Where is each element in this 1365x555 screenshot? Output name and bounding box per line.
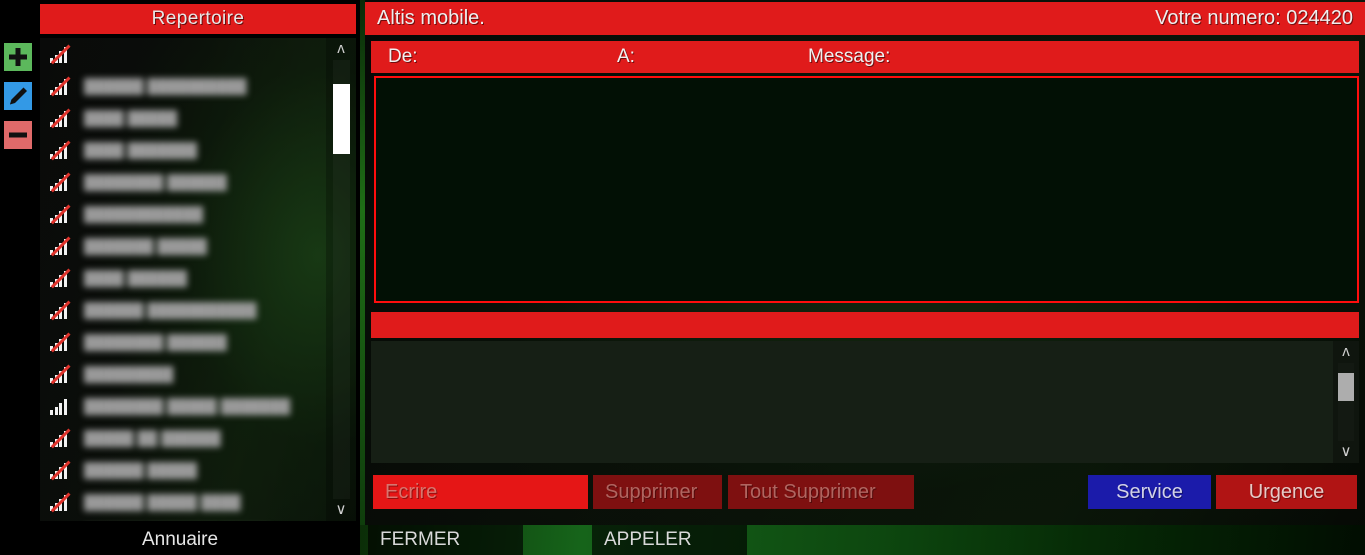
contact-row[interactable]: █████ ██ ██████ bbox=[40, 422, 326, 454]
signal-online-icon bbox=[50, 398, 70, 415]
service-button[interactable]: Service bbox=[1088, 475, 1211, 509]
minus-icon bbox=[4, 121, 32, 149]
conversation-scrollbar[interactable]: ʌ ∨ bbox=[1333, 341, 1359, 463]
contact-row[interactable]: ███████ █████ bbox=[40, 230, 326, 262]
contact-name: ████ ██████ bbox=[84, 270, 188, 286]
signal-offline-icon bbox=[50, 300, 71, 320]
page-title: Altis mobile. bbox=[377, 7, 485, 29]
contact-name: ████████████ bbox=[84, 206, 204, 222]
signal-offline-icon bbox=[50, 76, 71, 96]
add-contact-button[interactable] bbox=[4, 43, 32, 71]
contact-row[interactable]: ████████ █████ ███████ bbox=[40, 390, 326, 422]
contact-name: ██████ █████ ████ bbox=[84, 494, 241, 510]
signal-offline-icon bbox=[50, 364, 71, 384]
appeler-button[interactable]: APPELER bbox=[592, 525, 747, 555]
signal-offline-icon bbox=[50, 108, 71, 128]
pencil-icon bbox=[4, 82, 32, 110]
contact-name: ███████ █████ bbox=[84, 238, 207, 254]
contact-name: ██████ █████ bbox=[84, 462, 197, 478]
bottom-bar: FERMER APPELER bbox=[360, 525, 1365, 555]
signal-offline-icon bbox=[50, 44, 71, 64]
scrollbar-thumb[interactable] bbox=[1338, 373, 1354, 401]
contact-name: ████ ███████ bbox=[84, 142, 197, 158]
urgence-button[interactable]: Urgence bbox=[1216, 475, 1357, 509]
edit-contact-button[interactable] bbox=[4, 82, 32, 110]
contact-row[interactable]: ████ █████ bbox=[40, 102, 326, 134]
signal-offline-icon bbox=[50, 492, 71, 512]
contact-row[interactable]: ████████████ bbox=[40, 198, 326, 230]
remove-contact-button[interactable] bbox=[4, 121, 32, 149]
conversation-content bbox=[371, 341, 1359, 353]
annuaire-button[interactable]: Annuaire bbox=[0, 525, 360, 555]
contact-row[interactable]: ██████ ██████████ bbox=[40, 70, 326, 102]
contact-name: ████ █████ bbox=[84, 110, 178, 126]
repertoire-title: Repertoire bbox=[40, 4, 356, 34]
scroll-up-arrow-icon[interactable]: ʌ bbox=[1333, 341, 1359, 363]
contact-row[interactable]: ████████ ██████ bbox=[40, 166, 326, 198]
contact-name: ██████ ██████████ bbox=[84, 78, 247, 94]
altis-mobile-app: Repertoire ██████ ██████████ ████ █████ ██… bbox=[0, 0, 1365, 555]
scroll-up-arrow-icon[interactable]: ʌ bbox=[326, 38, 356, 60]
signal-offline-icon bbox=[50, 140, 71, 160]
panel-divider bbox=[360, 0, 365, 525]
contact-name: █████████ bbox=[84, 366, 174, 382]
contact-list[interactable]: ██████ ██████████ ████ █████ ████ ███████ █… bbox=[40, 38, 356, 521]
signal-offline-icon bbox=[50, 460, 71, 480]
contact-list-scrollbar[interactable]: ʌ ∨ bbox=[326, 38, 356, 521]
contact-row[interactable]: ██████ █████ ████ bbox=[40, 486, 326, 518]
message-list-box[interactable] bbox=[374, 76, 1359, 303]
contact-row[interactable]: ██████ ███████ █████ bbox=[40, 518, 326, 521]
contact-row[interactable]: ██████ ███████████ bbox=[40, 294, 326, 326]
signal-offline-icon bbox=[50, 268, 71, 288]
repertoire-panel: Repertoire ██████ ██████████ ████ █████ ██… bbox=[36, 0, 360, 525]
message-list-content bbox=[376, 78, 1357, 90]
contact-row[interactable]: █████████ bbox=[40, 358, 326, 390]
contact-rows: ██████ ██████████ ████ █████ ████ ███████ █… bbox=[40, 38, 326, 521]
signal-offline-icon bbox=[50, 428, 71, 448]
column-header-a: A: bbox=[617, 46, 635, 67]
fermer-button[interactable]: FERMER bbox=[368, 525, 523, 555]
contact-row[interactable]: ██████ █████ bbox=[40, 454, 326, 486]
column-header-de: De: bbox=[388, 46, 418, 67]
signal-offline-icon bbox=[50, 332, 71, 352]
phone-number-label: Votre numero: 024420 bbox=[1155, 7, 1353, 29]
signal-offline-icon bbox=[50, 204, 71, 224]
plus-icon bbox=[4, 43, 32, 71]
contact-name: ██████ ███████████ bbox=[84, 302, 257, 318]
contact-row[interactable]: ████ ███████ bbox=[40, 134, 326, 166]
ecrire-button[interactable]: Ecrire bbox=[373, 475, 588, 509]
conversation-box[interactable]: ʌ ∨ bbox=[371, 341, 1359, 463]
contact-name: ████████ █████ ███████ bbox=[84, 398, 291, 414]
contact-name: █████ ██ ██████ bbox=[84, 430, 221, 446]
selected-message-bar[interactable] bbox=[371, 312, 1359, 338]
supprimer-button[interactable]: Supprimer bbox=[593, 475, 722, 509]
signal-offline-icon bbox=[50, 172, 71, 192]
message-actions: Ecrire Supprimer Tout Supprimer Service … bbox=[365, 475, 1365, 513]
scrollbar-thumb[interactable] bbox=[333, 84, 350, 154]
contact-name: ████████ ██████ bbox=[84, 174, 227, 190]
scroll-down-arrow-icon[interactable]: ∨ bbox=[1333, 441, 1359, 463]
contact-name: ████████ ██████ bbox=[84, 334, 227, 350]
app-title-bar: Altis mobile. Votre numero: 024420 bbox=[365, 2, 1365, 35]
message-column-headers: De: A: Message: bbox=[371, 41, 1359, 73]
message-panel: Altis mobile. Votre numero: 024420 De: A… bbox=[365, 0, 1365, 525]
tout-supprimer-button[interactable]: Tout Supprimer bbox=[728, 475, 914, 509]
signal-offline-icon bbox=[50, 236, 71, 256]
scroll-down-arrow-icon[interactable]: ∨ bbox=[326, 499, 356, 521]
contact-row[interactable]: ████ ██████ bbox=[40, 262, 326, 294]
contact-row[interactable] bbox=[40, 38, 326, 70]
contact-row[interactable]: ████████ ██████ bbox=[40, 326, 326, 358]
contact-action-rail bbox=[0, 0, 36, 525]
column-header-message: Message: bbox=[808, 46, 891, 67]
